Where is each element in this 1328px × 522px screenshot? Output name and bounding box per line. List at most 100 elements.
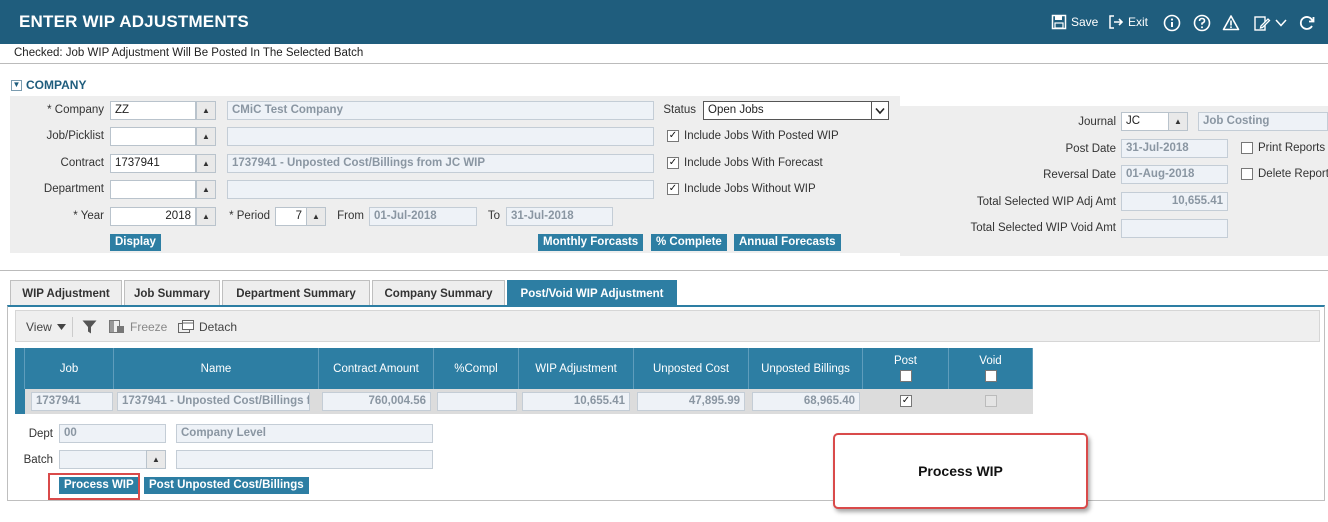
print-reports-checkbox[interactable]	[1241, 142, 1253, 154]
cell-unposted-billings: 68,965.40	[752, 392, 860, 411]
contract-lov-button[interactable]: ▲	[196, 154, 216, 173]
void-all-checkbox[interactable]	[984, 370, 997, 382]
company-name-field: CMiC Test Company	[227, 101, 654, 120]
exit-button[interactable]: Exit	[1108, 14, 1148, 30]
year-stepper-button[interactable]: ▲	[196, 207, 216, 226]
period-input[interactable]: 7	[275, 207, 307, 226]
page-title: ENTER WIP ADJUSTMENTS	[19, 12, 249, 31]
year-input[interactable]: 2018	[110, 207, 196, 226]
toolbar-divider	[72, 317, 73, 337]
col-header-pct-compl[interactable]: %Compl	[434, 348, 519, 389]
journal-input[interactable]: JC	[1121, 112, 1169, 131]
contract-desc-field: 1737941 - Unposted Cost/Billings from JC…	[227, 154, 654, 173]
cell-name: 1737941 - Unposted Cost/Billings fr	[117, 392, 310, 411]
lov-up-icon: ▲	[202, 185, 210, 194]
warning-button[interactable]	[1222, 14, 1240, 32]
to-date-field: 31-Jul-2018	[506, 207, 613, 226]
delete-reports-checkbox[interactable]	[1241, 168, 1253, 180]
include-posted-wip-label: Include Jobs With Posted WIP	[684, 130, 839, 142]
help-button[interactable]	[1193, 14, 1211, 32]
reversal-date-field[interactable]: 01-Aug-2018	[1121, 165, 1228, 184]
display-button[interactable]: Display	[110, 234, 161, 251]
save-button[interactable]: Save	[1051, 14, 1098, 30]
chevron-down-icon: ▼	[11, 79, 22, 91]
col-header-contract-amount[interactable]: Contract Amount	[319, 348, 434, 389]
view-menu-button[interactable]: View	[26, 320, 66, 334]
include-without-wip-label: Include Jobs Without WIP	[684, 183, 816, 195]
job-picklist-input[interactable]	[110, 127, 196, 146]
warning-icon	[1222, 15, 1240, 31]
tab-company-summary[interactable]: Company Summary	[372, 280, 505, 306]
save-label: Save	[1071, 15, 1099, 29]
freeze-label: Freeze	[130, 320, 168, 334]
post-unposted-cost-billings-button[interactable]: Post Unposted Cost/Billings	[144, 477, 309, 494]
annual-forecasts-button[interactable]: Annual Forecasts	[734, 234, 841, 251]
percent-complete-button[interactable]: % Complete	[651, 234, 727, 251]
col-header-name[interactable]: Name	[114, 348, 319, 389]
col-header-unposted-cost[interactable]: Unposted Cost	[634, 348, 749, 389]
refresh-button[interactable]	[1298, 14, 1316, 32]
detach-button[interactable]: Detach	[178, 320, 237, 334]
include-without-wip-checkbox[interactable]: ✓	[667, 183, 679, 195]
void-header-label: Void	[979, 355, 1002, 367]
lov-up-icon: ▲	[312, 212, 320, 221]
from-label: From	[337, 210, 364, 222]
tab-separator	[0, 270, 1328, 271]
company-section-header[interactable]: ▼ COMPANY	[11, 78, 86, 92]
status-dropdown-button[interactable]	[871, 101, 889, 120]
tab-post-void-wip-adjustment[interactable]: Post/Void WIP Adjustment	[507, 280, 677, 306]
title-bar: ENTER WIP ADJUSTMENTS Save Exit	[0, 0, 1328, 44]
status-select[interactable]: Open Jobs	[703, 101, 872, 120]
include-posted-wip-checkbox[interactable]: ✓	[667, 130, 679, 142]
from-date-field: 01-Jul-2018	[369, 207, 477, 226]
col-header-wip-adjustment[interactable]: WIP Adjustment	[519, 348, 634, 389]
save-icon	[1051, 14, 1067, 30]
include-forecast-label: Include Jobs With Forecast	[684, 157, 823, 169]
freeze-button[interactable]: Freeze	[109, 320, 167, 334]
cell-unposted-cost: 47,895.99	[637, 392, 745, 411]
monthly-forecasts-button[interactable]: Monthly Forcasts	[538, 234, 644, 251]
include-forecast-checkbox[interactable]: ✓	[667, 157, 679, 169]
total-void-label: Total Selected WIP Void Amt	[970, 222, 1116, 234]
batch-desc-field	[176, 450, 433, 469]
col-header-job[interactable]: Job	[25, 348, 114, 389]
info-button[interactable]	[1163, 14, 1181, 32]
department-input[interactable]	[110, 180, 196, 199]
row-selector[interactable]	[15, 389, 25, 414]
batch-input[interactable]	[59, 450, 147, 469]
company-lov-button[interactable]: ▲	[196, 101, 216, 120]
company-input[interactable]: ZZ	[110, 101, 196, 120]
col-header-unposted-billings[interactable]: Unposted Billings	[749, 348, 863, 389]
total-adj-field: 10,655.41	[1121, 192, 1228, 211]
journal-lov-button[interactable]: ▲	[1168, 112, 1188, 131]
tab-job-summary[interactable]: Job Summary	[124, 280, 220, 306]
tab-department-summary[interactable]: Department Summary	[222, 280, 370, 306]
filter-button[interactable]	[82, 320, 97, 334]
col-header-void[interactable]: Void	[949, 348, 1033, 389]
row-void-checkbox[interactable]	[985, 395, 997, 407]
department-lov-button[interactable]: ▲	[196, 180, 216, 199]
row-post-checkbox[interactable]: ✓	[900, 395, 912, 407]
contract-input[interactable]: 1737941	[110, 154, 196, 173]
detach-label: Detach	[199, 320, 238, 334]
lov-up-icon: ▲	[1174, 117, 1182, 126]
post-date-field[interactable]: 31-Jul-2018	[1121, 139, 1228, 158]
freeze-icon	[109, 320, 124, 333]
view-label: View	[26, 320, 52, 334]
post-all-checkbox[interactable]	[899, 370, 912, 382]
total-void-field	[1121, 219, 1228, 238]
batch-label: Batch	[23, 454, 53, 466]
department-desc-field	[227, 180, 654, 199]
lov-up-icon: ▲	[202, 132, 210, 141]
info-icon	[1163, 14, 1181, 32]
col-header-post[interactable]: Post	[863, 348, 949, 389]
job-picklist-label: Job/Picklist	[46, 130, 104, 142]
batch-lov-button[interactable]: ▲	[146, 450, 166, 469]
period-stepper-button[interactable]: ▲	[306, 207, 326, 226]
caret-down-icon	[56, 324, 66, 330]
tab-wip-adjustment[interactable]: WIP Adjustment	[10, 280, 122, 306]
cell-job: 1737941	[31, 392, 113, 411]
section-title: COMPANY	[26, 78, 87, 92]
job-picklist-lov-button[interactable]: ▲	[196, 127, 216, 146]
edit-menu-button[interactable]	[1253, 14, 1287, 32]
